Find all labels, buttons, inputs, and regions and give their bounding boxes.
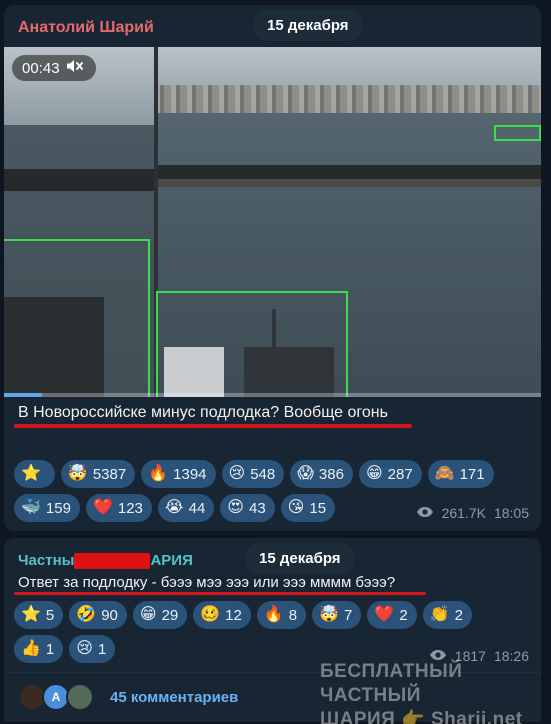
reaction-pill[interactable]: 🔥 1394 bbox=[141, 460, 216, 488]
video-frame-left-pane bbox=[4, 47, 154, 397]
date-pill: 15 декабря bbox=[253, 10, 363, 41]
avatar bbox=[66, 682, 94, 711]
reaction-emoji: ❤️ bbox=[92, 499, 113, 516]
speaker-muted-icon[interactable] bbox=[66, 59, 84, 77]
reaction-count: 29 bbox=[161, 606, 179, 624]
watermark: БЕСПЛАТНЫЙ ЧАСТНЫЙ ШАРИЯ 👉 Sharij.net bbox=[320, 660, 551, 724]
reaction-emoji: 😢 bbox=[228, 465, 246, 482]
reaction-pill[interactable]: ❤️ 2 bbox=[367, 601, 417, 629]
video-progress-fill bbox=[4, 393, 42, 397]
reaction-emoji: 😢 bbox=[76, 640, 93, 657]
reaction-count: 44 bbox=[188, 499, 206, 517]
reaction-count: 5 bbox=[45, 606, 55, 624]
reaction-count: 1 bbox=[45, 640, 55, 658]
eye-icon bbox=[416, 505, 434, 521]
reaction-pill[interactable]: 🤣 90 bbox=[69, 601, 127, 629]
reaction-pill[interactable]: ⭐ bbox=[14, 460, 55, 488]
reaction-pill[interactable]: ❤️ 123 bbox=[85, 494, 152, 522]
reaction-pill[interactable]: 👍 1 bbox=[14, 635, 64, 663]
reaction-emoji: 🔥 bbox=[263, 606, 284, 623]
reaction-emoji: 😁 bbox=[365, 465, 383, 482]
author-name-end: АРИЯ bbox=[150, 552, 193, 569]
reaction-emoji: 🤯 bbox=[319, 606, 340, 623]
reaction-emoji: 🤣 bbox=[76, 606, 97, 623]
reaction-pill[interactable]: 😘 15 bbox=[280, 494, 336, 522]
reaction-emoji: 🥴 bbox=[200, 606, 221, 623]
detection-box-left bbox=[4, 239, 150, 397]
reaction-count: 15 bbox=[309, 499, 327, 517]
reaction-emoji: 😁 bbox=[139, 606, 157, 623]
reaction-pill[interactable]: 😢 1 bbox=[69, 635, 116, 663]
reactions-row: ⭐ 5 🤣 90 😁 29 🥴 12 🔥 8 🤯 7 ❤️ 2 👏 2 👍 1 😢 1 bbox=[14, 601, 484, 663]
reaction-pill[interactable]: 🤯 5387 bbox=[60, 460, 136, 488]
reaction-emoji: 😱 bbox=[297, 465, 314, 482]
reaction-pill[interactable]: 🔥 8 bbox=[256, 601, 307, 629]
reaction-pill[interactable]: 😭 44 bbox=[157, 494, 215, 522]
view-count: 261.7K bbox=[441, 505, 486, 521]
reaction-pill[interactable]: 😁 29 bbox=[132, 601, 188, 629]
detection-box-center bbox=[156, 291, 348, 397]
red-annotation-underline bbox=[14, 592, 426, 595]
video-progress-bar[interactable] bbox=[4, 393, 541, 397]
reaction-emoji: 😭 bbox=[164, 499, 184, 516]
reaction-emoji: 😘 bbox=[287, 499, 305, 516]
reaction-count: 171 bbox=[459, 465, 485, 483]
reaction-emoji: ⭐ bbox=[21, 465, 41, 482]
reaction-pill[interactable]: 👏 2 bbox=[422, 601, 472, 629]
reaction-emoji: ❤️ bbox=[374, 606, 395, 623]
reaction-emoji: 👏 bbox=[429, 606, 450, 623]
video-duration-badge[interactable]: 00:43 bbox=[12, 55, 96, 81]
reaction-emoji: 🐳 bbox=[21, 499, 41, 516]
reaction-count: 287 bbox=[387, 465, 413, 483]
reaction-pill[interactable]: 😱 386 bbox=[290, 460, 353, 488]
reaction-pill[interactable]: 😍 43 bbox=[220, 494, 275, 522]
watermark-line-1: БЕСПЛАТНЫЙ ЧАСТНЫЙ bbox=[320, 661, 463, 706]
detection-box-right bbox=[494, 125, 541, 141]
date-pill: 15 декабря bbox=[245, 543, 355, 574]
reaction-count: 386 bbox=[318, 465, 344, 483]
video-player[interactable]: 00:43 bbox=[4, 47, 541, 397]
reaction-emoji: ⭐ bbox=[21, 606, 41, 623]
reaction-count: 548 bbox=[250, 465, 276, 483]
reaction-pill[interactable]: 🤯 7 bbox=[312, 601, 362, 629]
reaction-count: 12 bbox=[225, 606, 242, 624]
reaction-count: 1394 bbox=[173, 465, 207, 483]
reaction-emoji: 🔥 bbox=[148, 465, 169, 482]
reaction-count: 43 bbox=[248, 499, 266, 517]
reaction-pill[interactable]: ⭐ 5 bbox=[14, 601, 64, 629]
red-annotation-underline bbox=[14, 424, 412, 428]
message-author[interactable]: Частны АРИЯ bbox=[18, 552, 193, 570]
reaction-pill[interactable]: 🥴 12 bbox=[193, 601, 251, 629]
message-bubble-1: Анатолий Шарий 00:43 В Новороссийске мин… bbox=[4, 5, 541, 531]
reaction-emoji: 👍 bbox=[21, 640, 41, 657]
reaction-pill[interactable]: 🙈 171 bbox=[427, 460, 494, 488]
redaction-bar bbox=[74, 553, 151, 570]
message-text: Ответ за подлодку - бэээ мээ эээ или эээ… bbox=[18, 574, 396, 591]
message-author[interactable]: Анатолий Шарий bbox=[18, 19, 154, 37]
reaction-count: 90 bbox=[101, 606, 118, 624]
author-name-start: Частны bbox=[18, 552, 75, 569]
message-time: 18:05 bbox=[493, 505, 529, 521]
reaction-count: 8 bbox=[288, 606, 298, 624]
comments-count-label: 45 комментариев bbox=[110, 689, 239, 706]
reaction-emoji: 🙈 bbox=[434, 465, 455, 482]
reaction-count: 2 bbox=[454, 606, 463, 624]
reaction-pill[interactable]: 😁 287 bbox=[358, 460, 422, 488]
reaction-count: 123 bbox=[117, 499, 143, 517]
commenter-avatars: A bbox=[18, 682, 96, 713]
reaction-emoji: 🤯 bbox=[67, 465, 88, 482]
video-duration: 00:43 bbox=[22, 59, 60, 77]
reaction-count: 5387 bbox=[92, 465, 127, 483]
reaction-pill[interactable]: 😢 548 bbox=[221, 460, 285, 488]
message-meta: 261.7K 18:05 bbox=[416, 505, 529, 521]
reaction-pill[interactable]: 🐳 159 bbox=[14, 494, 80, 522]
reaction-count: 7 bbox=[344, 606, 353, 624]
message-caption: В Новороссийске минус подлодка? Вообще о… bbox=[18, 404, 388, 421]
watermark-line-2: ШАРИЯ 👉 Sharij.net bbox=[320, 709, 523, 724]
reaction-count: 2 bbox=[399, 606, 408, 624]
video-left-pier bbox=[4, 169, 154, 191]
reaction-count: 159 bbox=[45, 499, 71, 517]
reaction-emoji: 😍 bbox=[227, 499, 244, 516]
reaction-count: 1 bbox=[97, 640, 107, 658]
